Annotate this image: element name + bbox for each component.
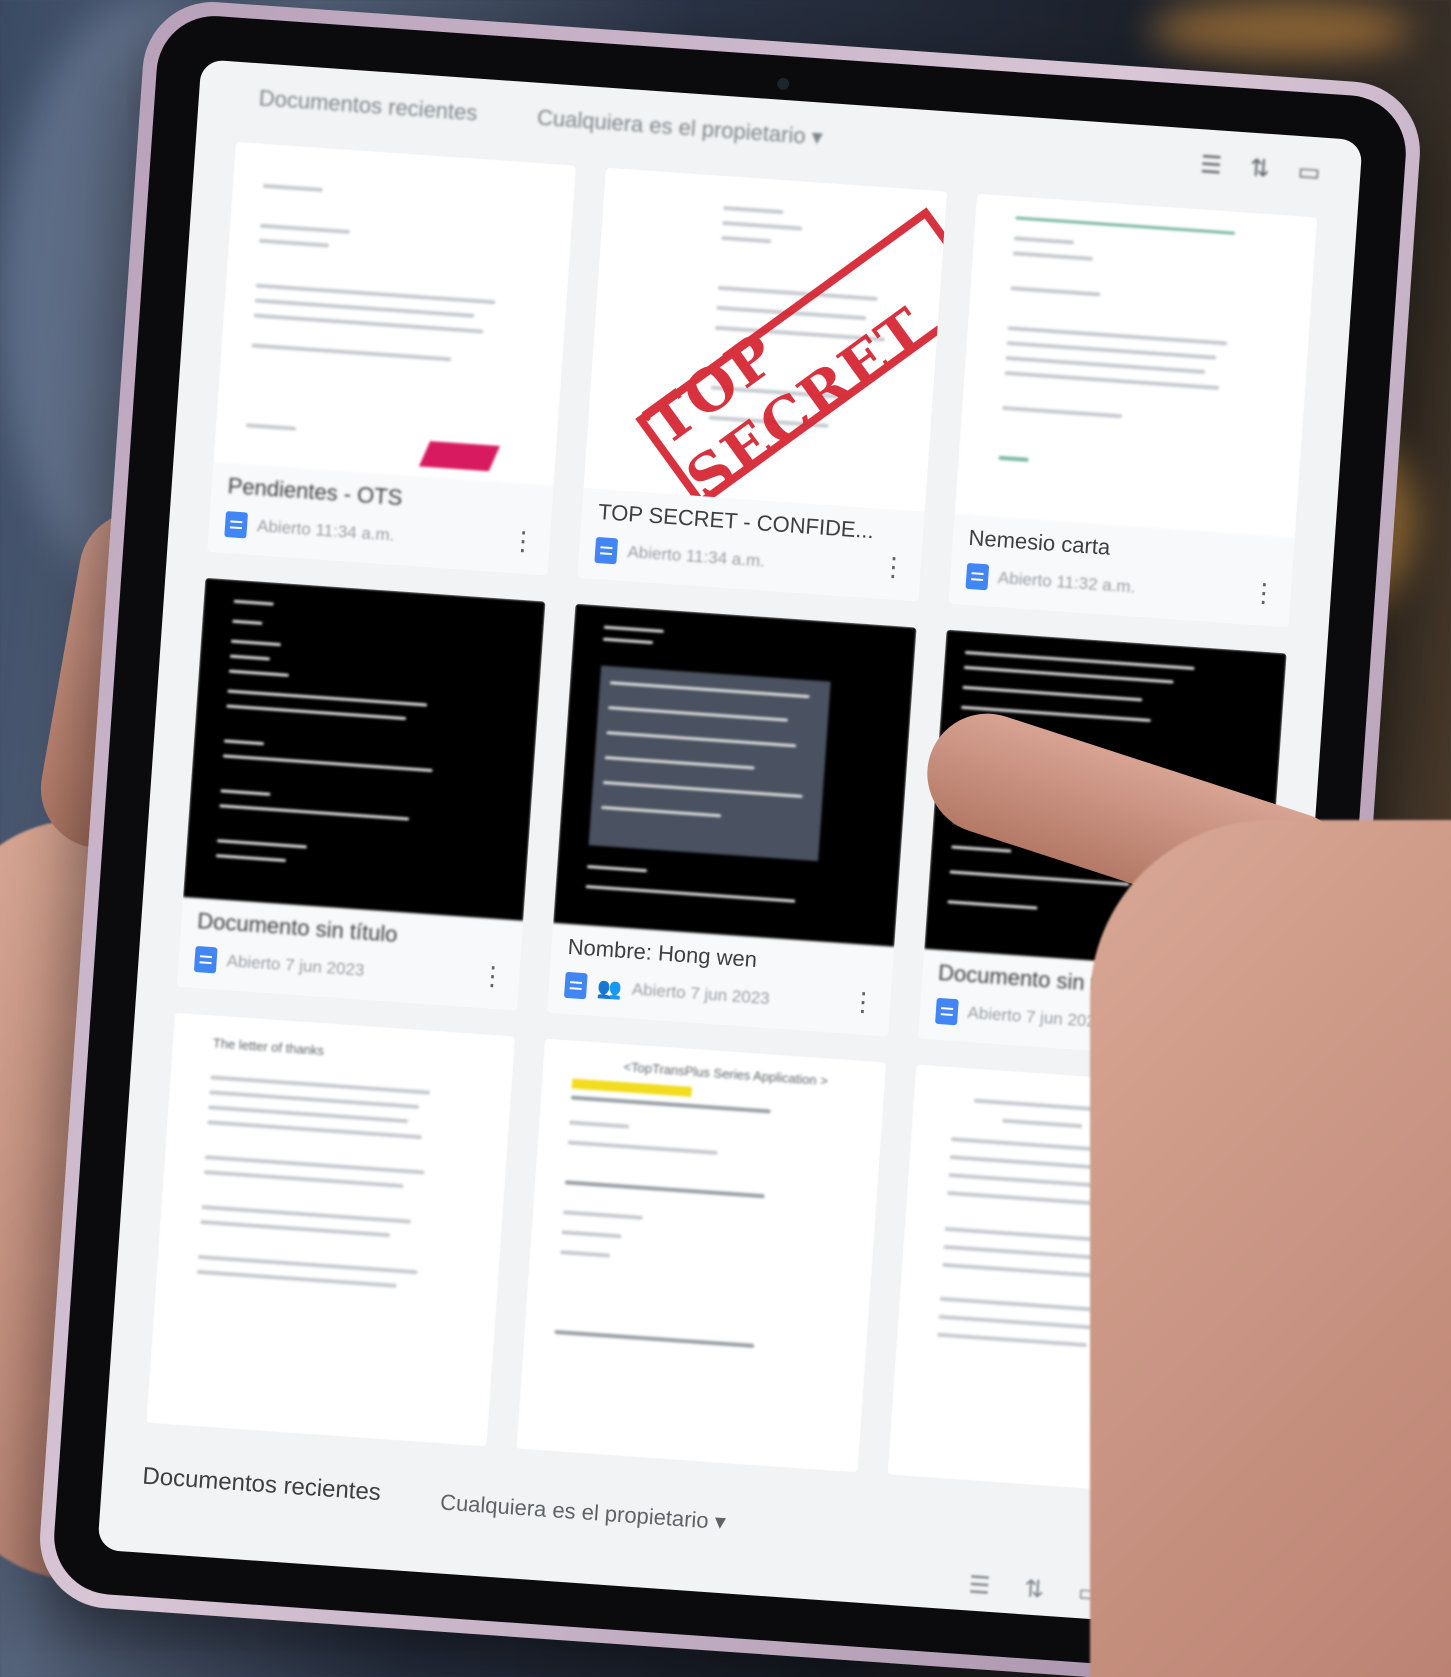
- more-options-icon[interactable]: ⋮: [849, 986, 877, 1018]
- document-thumbnail: [954, 193, 1318, 538]
- more-options-icon[interactable]: ⋮: [479, 960, 507, 992]
- google-docs-icon: [965, 562, 989, 590]
- document-thumbnail: TOP SECRET: [583, 167, 947, 512]
- opened-date: Abierto 7 jun 2023: [226, 951, 366, 981]
- background-light: [1150, 0, 1410, 60]
- right-hand: [1090, 820, 1451, 1677]
- document-thumbnail: [213, 141, 577, 486]
- list-view-icon[interactable]: ☰: [968, 1570, 991, 1600]
- pink-highlight: [418, 440, 501, 471]
- sort-az-icon[interactable]: ⇅: [1023, 1574, 1045, 1604]
- document-thumbnail: [183, 577, 546, 922]
- document-thumbnail: [553, 603, 917, 948]
- opened-date: Abierto 7 jun 2023: [966, 1003, 1106, 1032]
- document-card[interactable]: Pendientes - OTS Abierto 11:34 a.m. ⋮: [207, 141, 577, 576]
- google-docs-icon: [594, 536, 619, 565]
- opened-date: Abierto 11:34 a.m.: [256, 515, 396, 545]
- more-options-icon[interactable]: ⋮: [1250, 576, 1278, 608]
- more-options-icon[interactable]: ⋮: [879, 551, 907, 583]
- document-card[interactable]: Documento sin título Abierto 7 jun 2023 …: [176, 577, 546, 1011]
- owner-filter-dropdown[interactable]: Cualquiera es el propietario ▾: [439, 1489, 726, 1535]
- document-thumbnail: <TopTransPlus Series Application >: [516, 1038, 886, 1473]
- recent-docs-title: Documentos recientes: [141, 1462, 382, 1507]
- document-thumbnail: The letter of thanks: [146, 1013, 516, 1447]
- highlight-bar: [571, 1078, 693, 1098]
- view-controls: ☰ ⇅ ▭: [968, 1570, 1102, 1608]
- google-docs-icon: [564, 972, 589, 1000]
- list-view-icon[interactable]: ☰: [1199, 150, 1222, 180]
- shared-people-icon: 👥: [596, 976, 623, 1001]
- document-card[interactable]: Nombre: Hong wen 👥 Abierto 7 jun 2023 ⋮: [547, 603, 917, 1037]
- opened-date: Abierto 7 jun 2023: [631, 979, 771, 1009]
- opened-date: Abierto 11:32 a.m.: [997, 567, 1136, 597]
- folder-icon[interactable]: ▭: [1297, 156, 1322, 187]
- camera: [776, 77, 790, 91]
- document-card[interactable]: Nemesio carta Abierto 11:32 a.m. ⋮: [948, 193, 1318, 628]
- document-card[interactable]: TOP SECRET TOP SECRET - CONFIDE... Abier…: [577, 167, 947, 602]
- opened-date: Abierto 11:34 a.m.: [626, 541, 766, 571]
- thumbnail-heading: The letter of thanks: [212, 1035, 325, 1059]
- recent-docs-title: Documentos recientes: [258, 85, 479, 126]
- document-card[interactable]: <TopTransPlus Series Application >: [516, 1038, 886, 1473]
- google-docs-icon: [193, 946, 218, 974]
- owner-filter-dropdown[interactable]: Cualquiera es el propietario ▾: [536, 105, 823, 151]
- top-secret-stamp: TOP SECRET: [634, 207, 947, 511]
- google-docs-icon: [934, 998, 959, 1026]
- document-card[interactable]: The letter of thanks: [146, 1013, 516, 1447]
- sort-az-icon[interactable]: ⇅: [1249, 153, 1271, 183]
- view-controls: ☰ ⇅ ▭: [1199, 150, 1321, 187]
- google-docs-icon: [224, 510, 249, 539]
- more-options-icon[interactable]: ⋮: [509, 525, 537, 557]
